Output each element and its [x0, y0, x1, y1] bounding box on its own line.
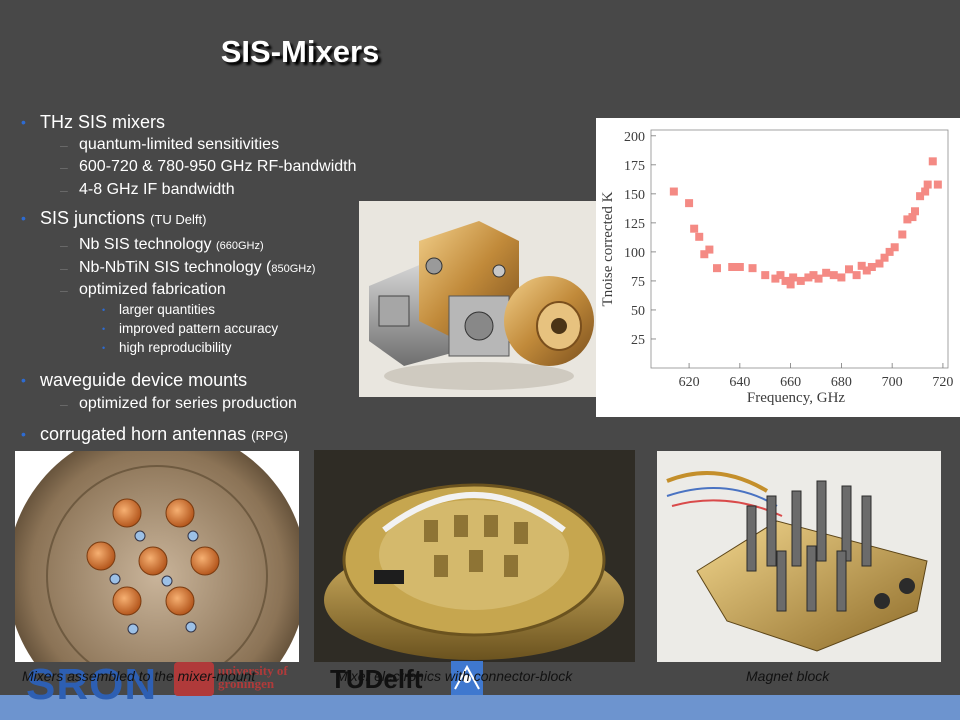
- bullet-dot: •: [21, 210, 26, 226]
- horn-antennas-note: (RPG): [251, 428, 289, 443]
- y-axis-label: Tnoise corrected K: [600, 191, 616, 306]
- bullet-waveguide-mounts: waveguide device mounts: [40, 370, 248, 390]
- data-point: [705, 245, 714, 254]
- data-point: [822, 268, 831, 277]
- data-point: [928, 157, 937, 166]
- data-point: [695, 232, 704, 241]
- x-tick-label: 700: [882, 375, 903, 390]
- dash-marker: –: [60, 237, 68, 253]
- x-tick-label: 660: [780, 375, 801, 390]
- data-point: [690, 224, 699, 233]
- chart-svg: 620 640 660 680 700 720255075100125150175200 …: [600, 129, 953, 406]
- x-axis-label: Frequency, GHz: [747, 390, 846, 406]
- y-tick-label: 75: [631, 275, 645, 290]
- caption-mixer-mount: Mixers assembled to the mixer-mount: [22, 668, 256, 684]
- data-point: [933, 180, 942, 189]
- x-tick-label: 640: [729, 375, 750, 390]
- dash-marker: –: [60, 137, 68, 153]
- y-tick-label: 25: [631, 333, 645, 348]
- bullet-sis-junctions: SIS junctions (TU Delft): [40, 208, 206, 229]
- data-point: [890, 243, 899, 252]
- mixer-block-photo: [359, 201, 596, 397]
- data-point: [829, 271, 838, 280]
- data-point: [923, 180, 932, 189]
- bullet-larger-quantities: larger quantities: [119, 302, 216, 317]
- bullet-dot: •: [102, 305, 106, 315]
- dash-marker: –: [60, 282, 68, 298]
- plot-frame: [650, 129, 949, 369]
- data-point: [761, 271, 770, 280]
- dash-marker: –: [60, 260, 68, 276]
- bullet-thz-sis-mixers: THz SIS mixers: [40, 112, 166, 132]
- magnet-block-photo: [657, 451, 941, 662]
- bullet-pattern-accuracy: improved pattern accuracy: [119, 321, 279, 336]
- nb-nbtin-text: Nb-NbTiN SIS technology (: [79, 259, 272, 276]
- data-point: [867, 262, 876, 271]
- mixer-mount-photo: [15, 451, 299, 662]
- dash-marker: –: [60, 396, 68, 412]
- slide-title: SIS-Mixers: [220, 34, 380, 69]
- bullet-optimized-fabrication: optimized fabrication: [79, 281, 226, 298]
- data-point: [921, 187, 930, 196]
- data-point: [845, 265, 853, 274]
- data-point: [735, 262, 744, 271]
- data-point: [837, 273, 846, 282]
- y-tick-label: 175: [624, 159, 645, 174]
- bullet-dot: •: [21, 372, 26, 388]
- nb-sis-note: (660GHz): [215, 240, 264, 252]
- dash-marker: –: [60, 182, 68, 198]
- nb-nbtin-note: 850GHz): [271, 263, 316, 275]
- bullet-high-reproducibility: high reproducibility: [119, 340, 232, 355]
- y-tick-label: 200: [624, 130, 645, 145]
- data-point: [796, 276, 805, 285]
- bullet-quantum-limited: quantum-limited sensitivities: [79, 136, 280, 153]
- data-point: [669, 187, 678, 196]
- nb-sis-text: Nb SIS technology: [79, 236, 212, 253]
- sis-junctions-note: (TU Delft): [150, 212, 207, 227]
- bullet-dot: •: [102, 324, 106, 334]
- x-tick-label: 620: [679, 375, 700, 390]
- bullet-dot: •: [21, 114, 26, 130]
- bullet-rf-bandwidth: 600-720 & 780-950 GHz RF-bandwidth: [79, 158, 357, 175]
- data-point: [911, 207, 919, 216]
- dash-marker: –: [60, 159, 68, 175]
- data-point: [789, 273, 798, 282]
- data-point: [728, 262, 737, 271]
- data-point: [814, 274, 823, 283]
- y-tick-label: 150: [624, 188, 645, 203]
- caption-magnet-block: Magnet block: [746, 668, 830, 684]
- data-point: [852, 271, 861, 280]
- data-point: [713, 264, 721, 273]
- data-point: [748, 264, 757, 273]
- bullet-if-bandwidth: 4-8 GHz IF bandwidth: [79, 181, 235, 198]
- y-tick-label: 125: [624, 217, 645, 232]
- data-point: [786, 280, 795, 289]
- mixer-electronics-photo: [314, 450, 635, 662]
- bullet-nb-sis: Nb SIS technology (660GHz): [79, 236, 264, 254]
- caption-mixer-electronics: Mixer electronics with connector-block: [336, 668, 573, 684]
- y-tick-label: 100: [624, 246, 645, 261]
- horn-antennas-text: corrugated horn antennas: [40, 424, 247, 444]
- x-tick-label: 680: [831, 375, 852, 390]
- bullet-dot: •: [102, 343, 106, 353]
- sis-junctions-text: SIS junctions: [40, 208, 146, 228]
- y-tick-label: 50: [631, 304, 645, 319]
- x-tick-label: 720: [932, 375, 953, 390]
- bullet-series-production: optimized for series production: [79, 395, 297, 412]
- noise-temperature-chart: 620 640 660 680 700 720 25 50 75 100 125 150 175 200 …: [596, 118, 960, 417]
- bullet-nb-nbtin: Nb-NbTiN SIS technology (850GHz): [79, 259, 315, 277]
- bullet-horn-antennas: corrugated horn antennas (RPG): [40, 424, 288, 445]
- data-point: [685, 199, 694, 208]
- data-point: [898, 230, 907, 239]
- bullet-dot: •: [21, 426, 26, 442]
